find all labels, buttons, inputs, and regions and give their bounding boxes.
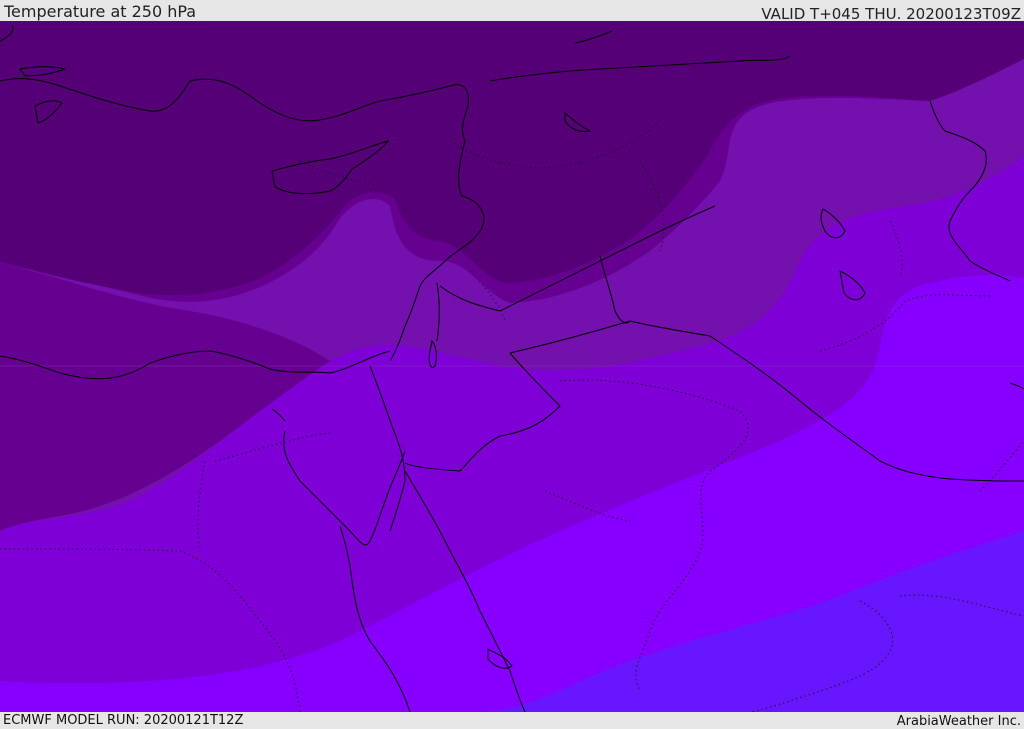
- credit-label: ArabiaWeather Inc.: [896, 714, 1021, 729]
- map-title: Temperature at 250 hPa: [4, 2, 197, 21]
- footer-bar: ECMWF MODEL RUN: 20200121T12Z ArabiaWeat…: [0, 712, 1024, 729]
- header-bar: Temperature at 250 hPa VALID T+045 THU. …: [0, 0, 1024, 23]
- temperature-map-svg: [0, 21, 1024, 712]
- model-run-label: ECMWF MODEL RUN: 20200121T12Z: [3, 713, 244, 728]
- weather-map[interactable]: [0, 21, 1024, 712]
